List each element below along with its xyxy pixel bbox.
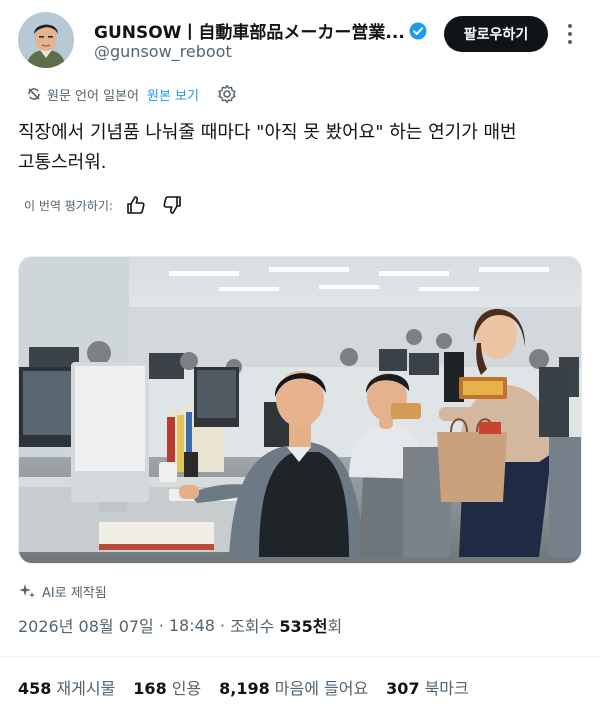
reposts-label: 재게시물 — [56, 679, 116, 698]
divider — [0, 656, 600, 657]
reposts-stat[interactable]: 458 재게시물 — [18, 675, 115, 699]
quotes-label: 인용 — [171, 679, 202, 698]
gear-icon[interactable] — [217, 84, 237, 104]
verified-badge-icon — [409, 22, 427, 40]
author-handle[interactable]: @gunsow_reboot — [94, 42, 232, 61]
thumbs-up-icon[interactable] — [125, 194, 147, 216]
engagement-stats: 458 재게시물 168 인용 8,198 마음에 들어요 307 북마크 — [18, 675, 487, 699]
avatar-illustration — [18, 12, 74, 68]
tweet-photo[interactable] — [18, 256, 582, 564]
bookmarks-label: 북마크 — [424, 679, 469, 698]
rate-translation-row: 이 번역 평가하기: — [24, 194, 183, 216]
avatar[interactable] — [18, 12, 74, 68]
likes-stat[interactable]: 8,198 마음에 들어요 — [219, 675, 368, 699]
views-suffix: 회 — [327, 617, 343, 636]
follow-button[interactable]: 팔로우하기 — [444, 16, 548, 52]
translate-icon — [26, 86, 42, 102]
quotes-stat[interactable]: 168 인용 — [133, 675, 201, 699]
translation-source-note: 원문 언어 일본어 — [47, 88, 139, 104]
more-options-icon[interactable] — [564, 20, 576, 48]
bookmarks-stat[interactable]: 307 북마크 — [386, 675, 469, 699]
likes-label: 마음에 들어요 — [274, 679, 369, 698]
quotes-count: 168 — [133, 679, 167, 698]
separator-dot: · — [219, 615, 226, 635]
tweet-meta: 2026년 08월 07일 · 18:48 · 조회수 535천 회 — [18, 613, 342, 637]
translation-notice: 원문 언어 일본어 원본 보기 — [26, 83, 237, 105]
views-prefix: 조회수 — [230, 617, 275, 636]
separator-dot: · — [158, 615, 164, 635]
post-time[interactable]: 18:48 — [169, 616, 215, 635]
ai-generated-text: AI로 제작됨 — [42, 585, 107, 601]
reposts-count: 458 — [18, 679, 52, 698]
post-date[interactable]: 2026년 08월 07일 — [18, 613, 154, 637]
thumbs-down-icon[interactable] — [161, 194, 183, 216]
tweet-text: 직장에서 기념품 나눠줄 때마다 "아직 못 봤어요" 하는 연기가 매번 고통… — [18, 122, 517, 173]
author-name-row[interactable]: GUNSOW丨自動車部品メーカー営業... — [94, 18, 427, 43]
show-original-link[interactable]: 원본 보기 — [147, 85, 199, 104]
ai-generated-label[interactable]: AI로 제작됨 — [18, 581, 107, 601]
rate-translation-label: 이 번역 평가하기: — [24, 198, 113, 213]
bookmarks-count: 307 — [386, 679, 420, 698]
likes-count: 8,198 — [219, 679, 270, 698]
author-display-name[interactable]: GUNSOW丨自動車部品メーカー営業... — [94, 18, 405, 43]
office-scene-image — [19, 257, 581, 563]
tweet-header: GUNSOW丨自動車部品メーカー営業... @gunsow_reboot 팔로우… — [18, 10, 588, 72]
sparkle-icon — [19, 584, 35, 598]
views-count: 535천 — [279, 617, 328, 636]
